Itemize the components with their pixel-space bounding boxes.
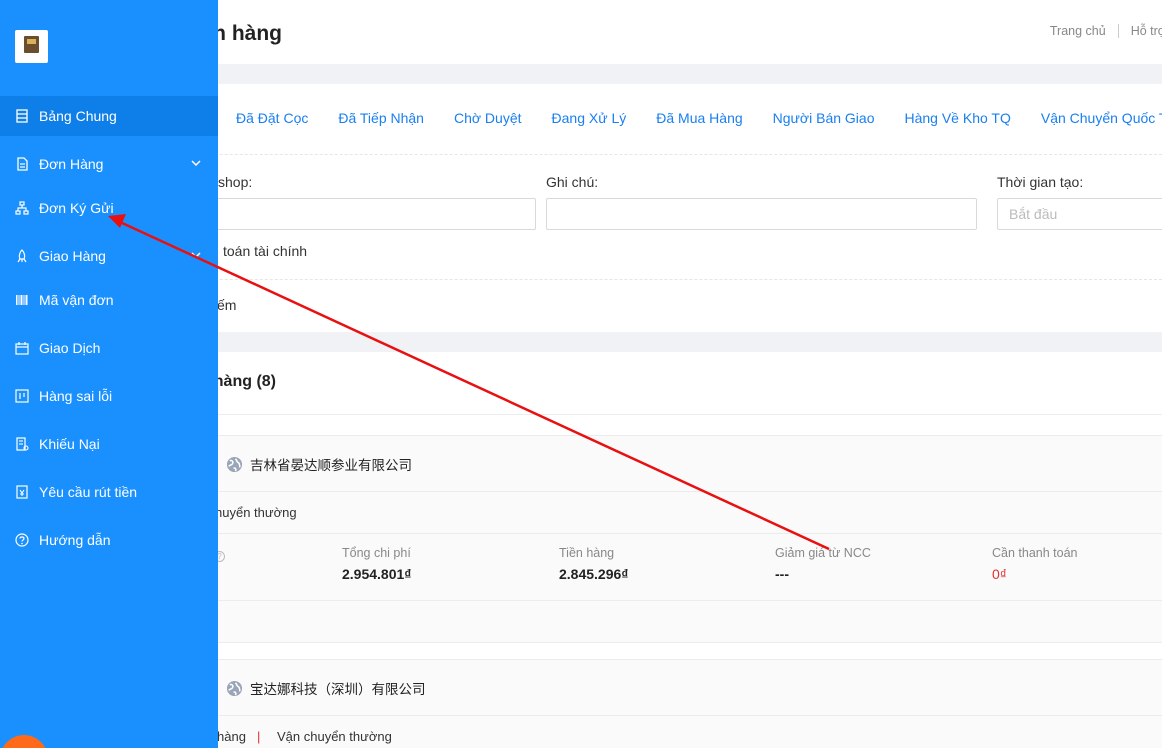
tab-international-shipping[interactable]: Vận Chuyển Quốc Tế bbox=[1041, 110, 1162, 126]
stat-value: 0₫ bbox=[992, 566, 1007, 582]
stat-total-cost: Tổng chi phí 2.954.801₫ bbox=[342, 546, 411, 582]
shipping-method: Vận chuyển thường bbox=[277, 729, 392, 744]
sidebar-item-orders[interactable]: Đơn Hàng bbox=[0, 144, 218, 184]
sidebar-item-dashboard[interactable]: Bảng Chung bbox=[0, 96, 218, 136]
stat-supplier-discount: Giảm giá từ NCC --- bbox=[775, 546, 871, 582]
separator: | bbox=[257, 729, 261, 744]
withdraw-icon bbox=[16, 485, 28, 499]
top-links: Trang chủ Hỗ trợ bbox=[1050, 24, 1162, 38]
sidebar-item-label: Giao Hàng bbox=[39, 248, 106, 264]
globe-icon bbox=[226, 680, 243, 696]
dashboard-icon bbox=[16, 109, 28, 123]
stat-label: Cần thanh toán bbox=[992, 546, 1078, 560]
search-label[interactable]: ếm bbox=[217, 297, 236, 313]
sidebar-item-transactions[interactable]: Giao Dịch bbox=[0, 328, 218, 368]
rocket-icon bbox=[17, 249, 27, 263]
sidebar-item-label: Yêu cầu rút tiền bbox=[39, 484, 138, 500]
shop-input[interactable] bbox=[200, 198, 536, 230]
globe-icon bbox=[226, 456, 243, 472]
barcode-icon bbox=[16, 295, 28, 305]
help-icon bbox=[15, 533, 29, 547]
shop-label: shop: bbox=[218, 174, 253, 190]
chevron-down-icon[interactable] bbox=[190, 249, 202, 261]
sidebar-item-guide[interactable]: Hướng dẫn bbox=[0, 520, 218, 560]
shop-row: 吉林省晏达顺参业有限公司 bbox=[226, 454, 412, 474]
document-icon bbox=[17, 157, 28, 171]
shop-name[interactable]: 宝达娜科技（深圳）有限公司 bbox=[250, 678, 426, 698]
sitemap-icon bbox=[15, 201, 29, 215]
chat-widget-button[interactable] bbox=[0, 735, 48, 748]
sidebar-item-label: Hàng sai lỗi bbox=[39, 388, 113, 404]
chevron-down-icon[interactable] bbox=[190, 157, 202, 169]
sidebar-item-label: Bảng Chung bbox=[39, 108, 117, 124]
tab-received[interactable]: Đã Tiếp Nhận bbox=[338, 110, 424, 126]
link-divider bbox=[1117, 24, 1119, 38]
sidebar: Bảng Chung Đơn Hàng Đơn Ký Gửi Giao Hàng… bbox=[0, 0, 218, 748]
stat-label: Tiền hàng bbox=[559, 546, 615, 560]
status-tabs: Đã Đặt Cọc Đã Tiếp Nhận Chờ Duyệt Đang X… bbox=[236, 110, 1162, 126]
sidebar-item-label: Giao Dịch bbox=[39, 340, 101, 356]
tab-seller-delivered[interactable]: Người Bán Giao bbox=[773, 110, 875, 126]
sidebar-item-complaints[interactable]: Khiếu Nại bbox=[0, 424, 218, 464]
board-icon bbox=[15, 389, 29, 403]
calendar-icon bbox=[15, 342, 29, 355]
tab-deposited[interactable]: Đã Đặt Cọc bbox=[236, 110, 308, 126]
support-link[interactable]: Hỗ trợ bbox=[1131, 24, 1162, 38]
product-type: hàng bbox=[217, 729, 246, 744]
sidebar-item-label: Đơn Ký Gửi bbox=[39, 200, 114, 216]
tab-pending-approval[interactable]: Chờ Duyệt bbox=[454, 110, 522, 126]
stat-goods-cost: Tiền hàng 2.845.296₫ bbox=[559, 546, 628, 582]
shipping-method: huyển thường bbox=[215, 505, 297, 520]
home-link[interactable]: Trang chủ bbox=[1050, 24, 1106, 38]
stat-value: --- bbox=[775, 566, 789, 582]
created-time-label: Thời gian tạo: bbox=[997, 174, 1084, 190]
shop-row: 宝达娜科技（深圳）有限公司 bbox=[226, 678, 426, 698]
tab-processing[interactable]: Đang Xử Lý bbox=[552, 110, 627, 126]
logo-mark bbox=[24, 36, 39, 53]
sidebar-item-defective-goods[interactable]: Hàng sai lỗi bbox=[0, 376, 218, 416]
sidebar-item-label: Mã vận đơn bbox=[39, 292, 114, 308]
note-input[interactable] bbox=[546, 198, 977, 230]
shop-name[interactable]: 吉林省晏达顺参业有限公司 bbox=[250, 454, 412, 474]
finance-filter-label: toán tài chính bbox=[223, 243, 308, 259]
complaint-icon bbox=[16, 437, 29, 451]
sidebar-item-label: Đơn Hàng bbox=[39, 156, 104, 172]
sidebar-item-withdraw-request[interactable]: Yêu cầu rút tiền bbox=[0, 472, 218, 512]
start-date-input[interactable] bbox=[997, 198, 1162, 230]
note-label: Ghi chú: bbox=[546, 174, 599, 190]
tab-arrived-cn-warehouse[interactable]: Hàng Về Kho TQ bbox=[904, 110, 1010, 126]
stat-value: 2.845.296₫ bbox=[559, 566, 629, 582]
sidebar-item-label: Hướng dẫn bbox=[39, 532, 111, 548]
sidebar-item-label: Khiếu Nại bbox=[39, 436, 100, 452]
stat-label: Tổng chi phí bbox=[342, 546, 411, 560]
stat-amount-due: Cần thanh toán 0₫ bbox=[992, 546, 1078, 582]
stat-label: Giảm giá từ NCC bbox=[775, 546, 871, 560]
stat-value: 2.954.801₫ bbox=[342, 566, 412, 582]
sidebar-item-tracking-code[interactable]: Mã vận đơn bbox=[0, 280, 218, 320]
company-logo[interactable] bbox=[15, 30, 48, 63]
sidebar-item-consignment[interactable]: Đơn Ký Gửi bbox=[0, 188, 218, 228]
sidebar-item-delivery[interactable]: Giao Hàng bbox=[0, 236, 218, 276]
tab-purchased[interactable]: Đã Mua Hàng bbox=[656, 110, 742, 126]
